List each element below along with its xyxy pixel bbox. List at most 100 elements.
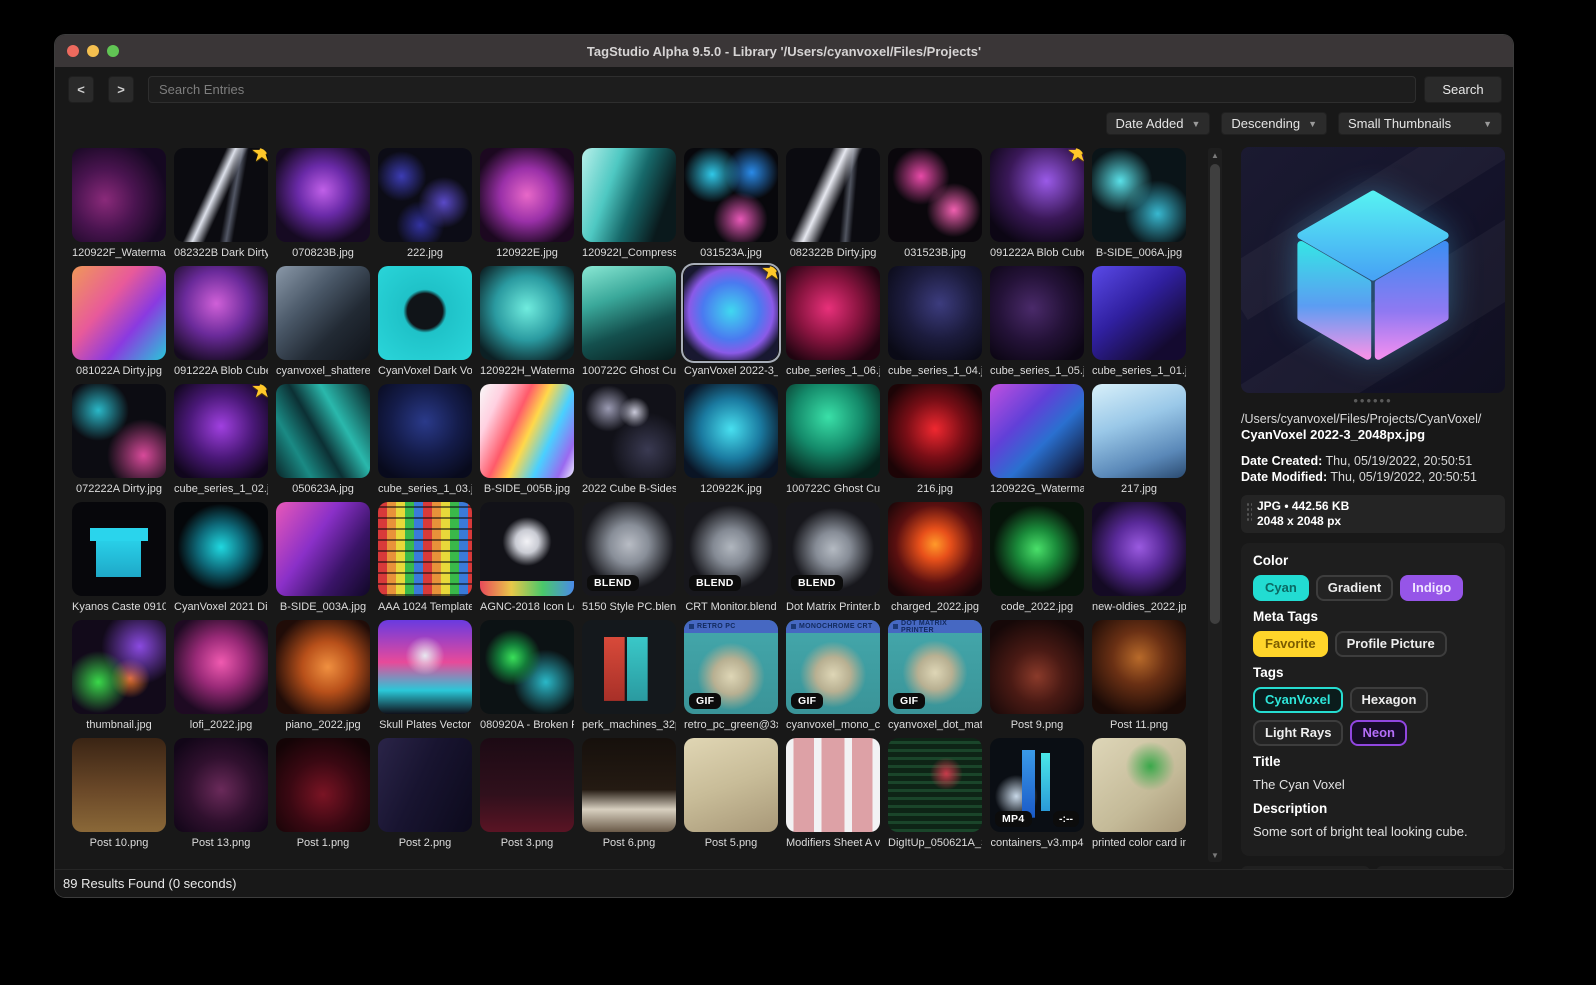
scrollbar-thumb[interactable]: [1210, 164, 1220, 624]
grid-item[interactable]: Post 13.png: [174, 738, 268, 856]
grid-item[interactable]: 2022 Cube B-Sides: [582, 384, 676, 502]
tag-pill-indigo[interactable]: Indigo: [1400, 575, 1464, 601]
grid-item[interactable]: ★ 091222A Blob Cube: [990, 148, 1084, 266]
grid-item[interactable]: 120922F_Watermark: [72, 148, 166, 266]
grid-item[interactable]: charged_2022.jpg: [888, 502, 982, 620]
grid-item[interactable]: RETRO PC GIF retro_pc_green@3x: [684, 620, 778, 738]
grid-item[interactable]: 100722C Ghost Cub: [786, 384, 880, 502]
grid-item[interactable]: B-SIDE_005B.jpg: [480, 384, 574, 502]
grid-item[interactable]: perk_machines_32p: [582, 620, 676, 738]
grid-item[interactable]: 120922K.jpg: [684, 384, 778, 502]
scroll-up-arrow-icon[interactable]: ▲: [1208, 148, 1222, 162]
grid-item[interactable]: CyanVoxel Dark Vox: [378, 266, 472, 384]
back-button[interactable]: <: [68, 76, 94, 103]
grid-item[interactable]: lofi_2022.jpg: [174, 620, 268, 738]
grid-item[interactable]: cyanvoxel_shattere: [276, 266, 370, 384]
grid-item[interactable]: Post 10.png: [72, 738, 166, 856]
grid-item[interactable]: 216.jpg: [888, 384, 982, 502]
grid-item[interactable]: 222.jpg: [378, 148, 472, 266]
grid-item[interactable]: Post 3.png: [480, 738, 574, 856]
grid-item[interactable]: Skull Plates Vector: [378, 620, 472, 738]
grid-item[interactable]: 120922E.jpg: [480, 148, 574, 266]
grid-item[interactable]: 100722C Ghost Cub: [582, 266, 676, 384]
preview-image[interactable]: [1241, 147, 1505, 393]
grid-item[interactable]: cube_series_1_04.j: [888, 266, 982, 384]
drag-grip-icon[interactable]: [1246, 502, 1252, 522]
grid-item[interactable]: Post 11.png: [1092, 620, 1186, 738]
grid-item[interactable]: 031523B.jpg: [888, 148, 982, 266]
file-name: 100722C Ghost Cub: [786, 483, 880, 495]
grid-item[interactable]: code_2022.jpg: [990, 502, 1084, 620]
grid-item[interactable]: Post 5.png: [684, 738, 778, 856]
grid-item[interactable]: ★ 082322B Dark Dirty: [174, 148, 268, 266]
grid-item[interactable]: Post 2.png: [378, 738, 472, 856]
tag-pill-gradient[interactable]: Gradient: [1315, 575, 1394, 601]
minimize-button[interactable]: [87, 45, 99, 57]
grid-item[interactable]: Post 9.png: [990, 620, 1084, 738]
grid-item[interactable]: B-SIDE_003A.jpg: [276, 502, 370, 620]
tag-pill-cyan[interactable]: Cyan: [1253, 575, 1309, 601]
grid-item[interactable]: MP4 -:-- containers_v3.mp4: [990, 738, 1084, 856]
scroll-down-arrow-icon[interactable]: ▼: [1208, 848, 1222, 862]
grid-item[interactable]: DigItUp_050621A_S: [888, 738, 982, 856]
tag-pill-hexagon[interactable]: Hexagon: [1349, 687, 1429, 713]
grid-item[interactable]: DOT MATRIX PRINTER GIF cyanvoxel_dot_mat: [888, 620, 982, 738]
grid-item[interactable]: 031523A.jpg: [684, 148, 778, 266]
panel-resize-handle[interactable]: ••••••: [1241, 394, 1505, 407]
sort-controls: Date Added ▼ Descending ▼ Small Thumbnai…: [1105, 112, 1502, 135]
grid-item[interactable]: cube_series_1_05.j: [990, 266, 1084, 384]
grid-item[interactable]: 120922G_Watermar: [990, 384, 1084, 502]
tag-pill-light-rays[interactable]: Light Rays: [1253, 720, 1344, 746]
grid-item[interactable]: 070823B.jpg: [276, 148, 370, 266]
grid-item[interactable]: AGNC-2018 Icon Lo: [480, 502, 574, 620]
grid-item[interactable]: 081022A Dirty.jpg: [72, 266, 166, 384]
thumbnail-image: ★: [990, 148, 1084, 242]
grid-item[interactable]: cube_series_1_03.j: [378, 384, 472, 502]
grid-scrollbar[interactable]: ▲ ▼: [1208, 148, 1222, 862]
thumbnail-image: MP4 -:--: [990, 738, 1084, 832]
grid-item[interactable]: BLEND Dot Matrix Printer.b: [786, 502, 880, 620]
tag-pill-favorite[interactable]: Favorite: [1253, 631, 1328, 657]
sort-order-dropdown[interactable]: Descending ▼: [1221, 112, 1327, 135]
grid-item[interactable]: AAA 1024 Template: [378, 502, 472, 620]
grid-item[interactable]: BLEND CRT Monitor.blend: [684, 502, 778, 620]
tag-pill-neon[interactable]: Neon: [1350, 720, 1407, 746]
grid-item[interactable]: 050623A.jpg: [276, 384, 370, 502]
file-name: Post 5.png: [704, 837, 758, 849]
grid-item[interactable]: Post 6.png: [582, 738, 676, 856]
grid-item[interactable]: piano_2022.jpg: [276, 620, 370, 738]
grid-item[interactable]: ★ cube_series_1_02.j: [174, 384, 268, 502]
grid-item[interactable]: 082322B Dirty.jpg: [786, 148, 880, 266]
grid-item[interactable]: 120922H_Watermar: [480, 266, 574, 384]
search-input[interactable]: [148, 76, 1416, 103]
grid-item[interactable]: Post 1.png: [276, 738, 370, 856]
grid-item[interactable]: 120922I_Compresse: [582, 148, 676, 266]
grid-item[interactable]: 080920A - Broken P: [480, 620, 574, 738]
zoom-button[interactable]: [107, 45, 119, 57]
thumbnail-size-dropdown[interactable]: Small Thumbnails ▼: [1338, 112, 1502, 135]
grid-item[interactable]: 217.jpg: [1092, 384, 1186, 502]
grid-item[interactable]: BLEND 5150 Style PC.blend: [582, 502, 676, 620]
grid-item[interactable]: 091222A Blob Cube: [174, 266, 268, 384]
grid-item[interactable]: thumbnail.jpg: [72, 620, 166, 738]
grid-item[interactable]: cube_series_1_01.j: [1092, 266, 1186, 384]
search-button[interactable]: Search: [1424, 76, 1502, 103]
file-path-name: CyanVoxel 2022-3_2048px.jpg: [1241, 427, 1426, 442]
file-name: cyanvoxel_mono_cr: [786, 719, 880, 731]
grid-item[interactable]: Modifiers Sheet A v: [786, 738, 880, 856]
grid-item[interactable]: new-oldies_2022.jp: [1092, 502, 1186, 620]
grid-item[interactable]: 072222A Dirty.jpg: [72, 384, 166, 502]
grid-item[interactable]: B-SIDE_006A.jpg: [1092, 148, 1186, 266]
grid-item[interactable]: printed color card in: [1092, 738, 1186, 856]
grid-item[interactable]: MONOCHROME CRT GIF cyanvoxel_mono_cr: [786, 620, 880, 738]
tag-pill-cyanvoxel[interactable]: CyanVoxel: [1253, 687, 1343, 713]
forward-button[interactable]: >: [108, 76, 134, 103]
thumbnail-image: [1092, 266, 1186, 360]
grid-item[interactable]: cube_series_1_06.j: [786, 266, 880, 384]
tag-pill-profile-picture[interactable]: Profile Picture: [1334, 631, 1447, 657]
grid-item[interactable]: ★ CyanVoxel 2022-3_: [684, 266, 778, 384]
grid-item[interactable]: Kyanos Caste 0910: [72, 502, 166, 620]
sort-field-dropdown[interactable]: Date Added ▼: [1105, 112, 1211, 135]
grid-item[interactable]: CyanVoxel 2021 Dis: [174, 502, 268, 620]
close-button[interactable]: [67, 45, 79, 57]
